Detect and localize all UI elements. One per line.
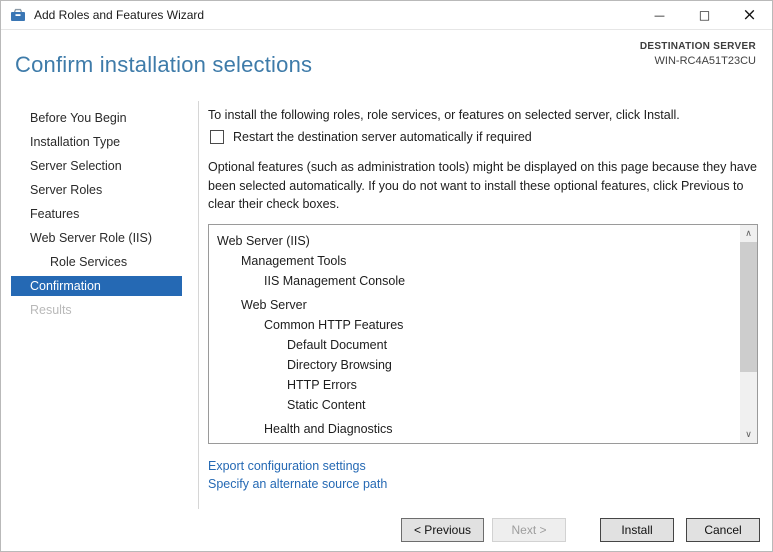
selections-listbox[interactable]: Web Server (IIS) Management Tools IIS Ma…	[208, 224, 758, 444]
selections-tree: Web Server (IIS) Management Tools IIS Ma…	[209, 225, 757, 444]
cancel-button[interactable]: Cancel	[686, 518, 760, 542]
step-installation-type[interactable]: Installation Type	[11, 132, 182, 152]
close-icon[interactable]: ×	[727, 1, 772, 29]
minimize-icon[interactable]: —	[637, 1, 682, 29]
wizard-steps-nav: Before You Begin Installation Type Serve…	[11, 108, 182, 324]
tree-item-default-document[interactable]: Default Document	[209, 335, 757, 355]
step-before-you-begin[interactable]: Before You Begin	[11, 108, 182, 128]
page-title: Confirm installation selections	[15, 52, 312, 78]
tree-item-common-http-features[interactable]: Common HTTP Features	[209, 315, 757, 335]
scroll-up-icon[interactable]: ∧	[740, 225, 757, 242]
step-server-selection[interactable]: Server Selection	[11, 156, 182, 176]
wizard-header: Confirm installation selections DESTINAT…	[1, 31, 772, 101]
install-button[interactable]: Install	[600, 518, 674, 542]
tree-item-health-and-diagnostics[interactable]: Health and Diagnostics	[209, 419, 757, 439]
restart-checkbox-label[interactable]: Restart the destination server automatic…	[233, 130, 532, 144]
wizard-footer: < Previous Next > Install Cancel	[1, 509, 772, 551]
step-role-services[interactable]: Role Services	[11, 252, 182, 272]
intro-text: To install the following roles, role ser…	[208, 108, 756, 122]
destination-server-block: DESTINATION SERVER WIN-RC4A51T23CU	[640, 41, 756, 67]
title-bar: Add Roles and Features Wizard — □ ×	[1, 1, 772, 30]
window-title: Add Roles and Features Wizard	[34, 8, 204, 22]
alternate-source-path-link[interactable]: Specify an alternate source path	[208, 475, 387, 493]
tree-item-http-errors[interactable]: HTTP Errors	[209, 375, 757, 395]
tree-item-directory-browsing[interactable]: Directory Browsing	[209, 355, 757, 375]
tree-item-static-content[interactable]: Static Content	[209, 395, 757, 415]
destination-server-label: DESTINATION SERVER	[640, 41, 756, 52]
next-button[interactable]: Next >	[492, 518, 566, 542]
window-controls: — □ ×	[637, 1, 772, 29]
export-configuration-link[interactable]: Export configuration settings	[208, 457, 387, 475]
maximize-icon[interactable]: □	[682, 1, 727, 29]
previous-button[interactable]: < Previous	[401, 518, 484, 542]
wizard-window: Add Roles and Features Wizard — □ × Conf…	[0, 0, 773, 552]
destination-server-name: WIN-RC4A51T23CU	[640, 55, 756, 67]
step-server-roles[interactable]: Server Roles	[11, 180, 182, 200]
wizard-toolbox-icon	[10, 7, 26, 23]
restart-option-row: Restart the destination server automatic…	[210, 130, 532, 144]
step-confirmation[interactable]: Confirmation	[11, 276, 182, 296]
restart-checkbox[interactable]	[210, 130, 224, 144]
tree-item-management-tools[interactable]: Management Tools	[209, 251, 757, 271]
optional-features-note: Optional features (such as administratio…	[208, 158, 758, 214]
tree-item-iis-management-console[interactable]: IIS Management Console	[209, 271, 757, 291]
tree-item-web-server-iis[interactable]: Web Server (IIS)	[209, 231, 757, 251]
scrollbar-thumb[interactable]	[740, 242, 757, 372]
step-web-server-role-iis[interactable]: Web Server Role (IIS)	[11, 228, 182, 248]
sidebar-divider	[198, 101, 199, 509]
listbox-scrollbar[interactable]: ∧ ∨	[740, 225, 757, 443]
footer-links: Export configuration settings Specify an…	[208, 457, 387, 493]
tree-item-http-logging[interactable]: HTTP Logging	[209, 439, 757, 444]
step-results: Results	[11, 300, 182, 320]
tree-item-web-server[interactable]: Web Server	[209, 295, 757, 315]
step-features[interactable]: Features	[11, 204, 182, 224]
scroll-down-icon[interactable]: ∨	[740, 426, 757, 443]
